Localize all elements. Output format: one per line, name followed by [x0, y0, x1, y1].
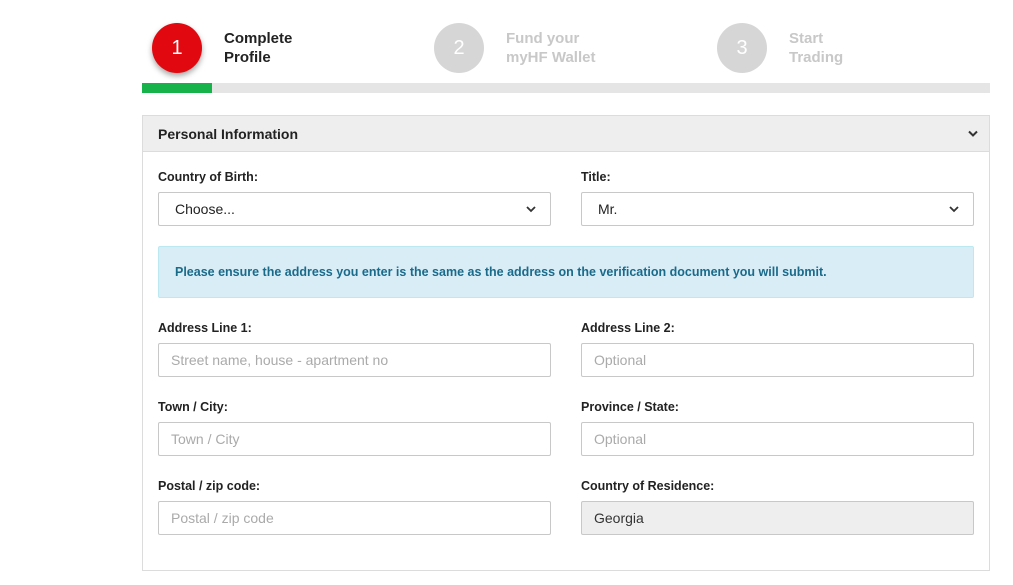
town-city-input[interactable]	[171, 431, 538, 447]
step-label: Start Trading	[789, 30, 844, 66]
country-of-birth-value: Choose...	[175, 201, 235, 217]
step-number-badge: 2	[434, 23, 484, 73]
address-notice-alert: Please ensure the address you enter is t…	[158, 246, 974, 298]
chevron-down-icon[interactable]	[967, 128, 979, 140]
step-label: Fund your myHF Wallet	[506, 30, 596, 66]
country-of-residence-field: Georgia	[581, 501, 974, 535]
country-of-birth-label: Country of Birth:	[158, 170, 258, 184]
country-of-birth-select[interactable]: Choose...	[158, 192, 551, 226]
address-line-1-input[interactable]	[171, 352, 538, 368]
province-state-input[interactable]	[594, 431, 961, 447]
country-of-residence-value: Georgia	[594, 510, 644, 526]
progress-stepper: 1 Complete Profile 2 Fund your myHF Wall…	[142, 0, 990, 94]
chevron-down-icon	[526, 203, 538, 215]
personal-information-panel: Personal Information Country of Birth: C…	[142, 115, 990, 571]
town-city-label: Town / City:	[158, 400, 228, 414]
postal-code-field[interactable]	[158, 501, 551, 535]
province-state-field[interactable]	[581, 422, 974, 456]
address-line-2-field[interactable]	[581, 343, 974, 377]
title-select[interactable]: Mr.	[581, 192, 974, 226]
title-value: Mr.	[598, 201, 618, 217]
chevron-down-icon	[949, 203, 961, 215]
step-number-badge: 3	[717, 23, 767, 73]
postal-code-input[interactable]	[171, 510, 538, 526]
step-number-badge: 1	[152, 23, 202, 73]
step-label: Complete Profile	[224, 30, 293, 66]
step-start-trading[interactable]: 3 Start Trading	[717, 22, 843, 74]
panel-header[interactable]: Personal Information	[143, 116, 989, 152]
step-complete-profile[interactable]: 1 Complete Profile	[152, 22, 292, 74]
title-label: Title:	[581, 170, 611, 184]
address-line-1-label: Address Line 1:	[158, 321, 252, 335]
province-state-label: Province / State:	[581, 400, 679, 414]
progress-track	[142, 83, 990, 93]
address-line-2-input[interactable]	[594, 352, 961, 368]
postal-code-label: Postal / zip code:	[158, 479, 261, 493]
address-line-1-field[interactable]	[158, 343, 551, 377]
country-of-residence-label: Country of Residence:	[581, 479, 715, 493]
step-fund-wallet[interactable]: 2 Fund your myHF Wallet	[434, 22, 595, 74]
town-city-field[interactable]	[158, 422, 551, 456]
panel-title: Personal Information	[158, 125, 299, 142]
address-line-2-label: Address Line 2:	[581, 321, 675, 335]
progress-fill	[142, 83, 213, 93]
